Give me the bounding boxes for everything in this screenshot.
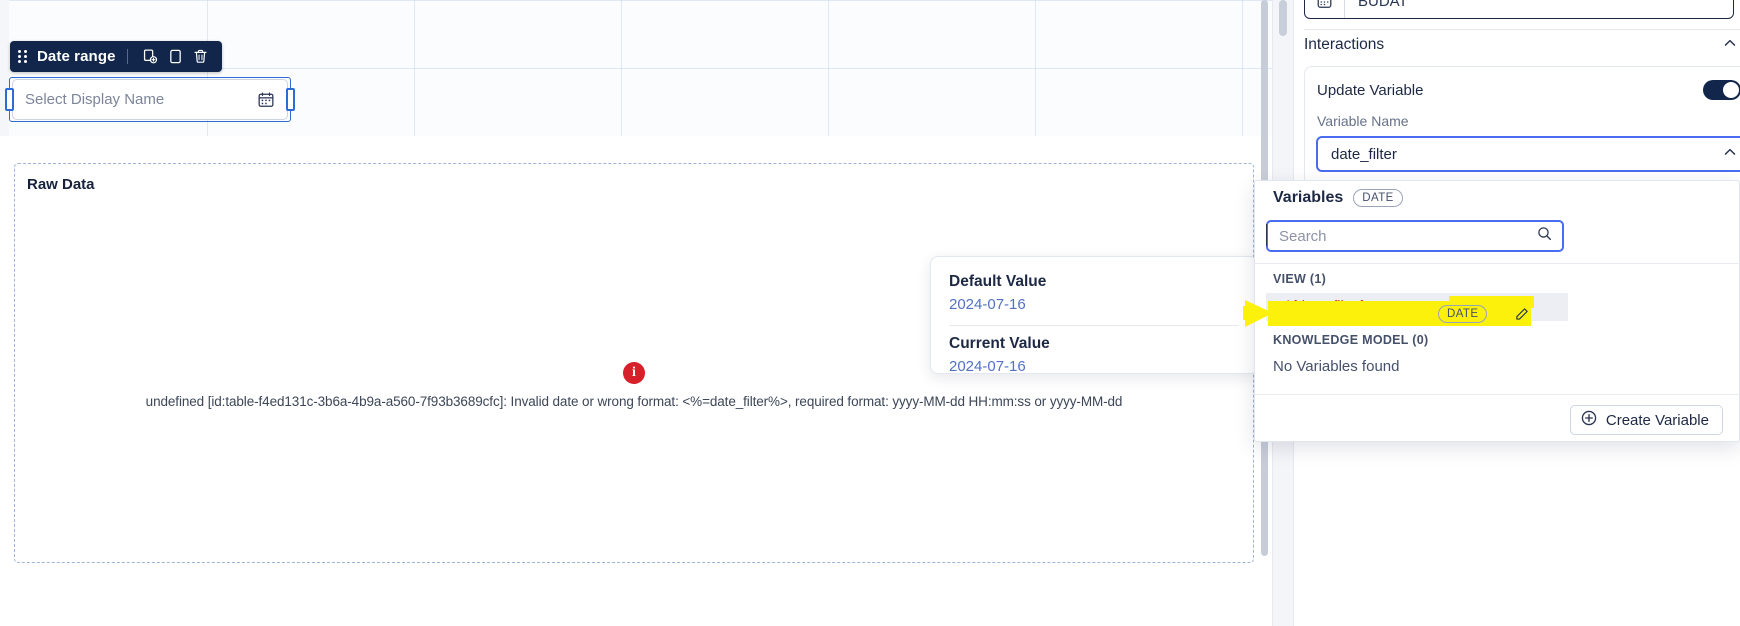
toolbar-divider [126, 49, 128, 64]
select-display-name-input[interactable]: Select Display Name [12, 79, 288, 120]
search-input[interactable]: Search [1279, 228, 1536, 245]
search-icon[interactable] [1536, 225, 1553, 247]
budat-field[interactable]: BUDAT [1304, 0, 1734, 19]
current-value-label: Current Value [949, 334, 1050, 352]
error-info-icon: i [623, 362, 645, 384]
dropdown-divider [1255, 263, 1740, 264]
search-text-caret [1266, 224, 1267, 246]
pencil-icon[interactable] [1513, 306, 1529, 322]
panel-scrollbar-thumb[interactable] [1279, 0, 1287, 36]
update-variable-label: Update Variable [1317, 81, 1424, 99]
variables-search-field[interactable]: Search [1266, 220, 1564, 252]
variables-type-badge: DATE [1353, 189, 1403, 207]
plus-circle-icon [1580, 409, 1598, 431]
calendar-icon[interactable] [257, 91, 275, 109]
default-value-label: Default Value [949, 273, 1047, 290]
duplicate-add-icon[interactable] [139, 45, 162, 68]
current-value: 2024-07-16 [949, 358, 1026, 376]
interactions-title: Interactions [1304, 36, 1385, 53]
canvas-left-strip [0, 0, 9, 136]
interactions-section-header[interactable]: Interactions [1304, 33, 1740, 57]
date-input-placeholder: Select Display Name [25, 91, 165, 108]
copy-icon[interactable] [164, 45, 187, 68]
update-variable-row[interactable]: Update Variable [1317, 79, 1740, 101]
date-range-widget[interactable]: Select Display Name [5, 77, 295, 122]
resize-handle-right[interactable] [286, 88, 295, 111]
variables-dropdown-header: Variables DATE [1273, 189, 1403, 207]
toggle-knob [1723, 82, 1739, 98]
delete-icon[interactable] [189, 45, 212, 68]
calendar-icon [1305, 0, 1345, 18]
variable-name-select[interactable]: date_filter [1316, 136, 1740, 172]
value-card-divider [949, 324, 1239, 326]
variable-name-label: Variable Name [1317, 113, 1409, 129]
dropdown-footer-divider [1255, 394, 1740, 395]
budat-value: BUDAT [1358, 0, 1408, 10]
variable-value-card: Default Value 2024-07-16 Current Value 2… [930, 256, 1258, 375]
default-value: 2024-07-16 [949, 296, 1026, 314]
group-label-view: VIEW (1) [1273, 272, 1327, 286]
create-variable-label: Create Variable [1605, 411, 1709, 429]
widget-title: Date range [37, 48, 116, 65]
variable-name-value: date_filter [1331, 145, 1397, 163]
resize-handle-left[interactable] [5, 88, 14, 111]
app-root: Date range Select Display Name Raw Data … [0, 0, 1740, 626]
no-variables-found-text: No Variables found [1273, 358, 1400, 375]
raw-data-title: Raw Data [27, 176, 95, 193]
interactions-card: Update Variable Variable Name date_filte… [1304, 66, 1740, 186]
chevron-up-icon[interactable] [1721, 34, 1739, 57]
chevron-up-icon[interactable] [1721, 143, 1739, 166]
error-message: undefined [id:table-f4ed131c-3b6a-4b9a-a… [145, 394, 1123, 409]
variable-type-badge: DATE [1438, 305, 1488, 323]
create-variable-button[interactable]: Create Variable [1569, 405, 1723, 435]
variable-row-trailing: DATE [1438, 305, 1529, 323]
update-variable-toggle[interactable] [1703, 80, 1740, 100]
widget-toolbar[interactable]: Date range [10, 41, 222, 72]
group-label-knowledge-model: KNOWLEDGE MODEL (0) [1273, 333, 1429, 347]
variables-title: Variables [1273, 189, 1344, 206]
inspector-divider [1304, 29, 1740, 30]
drag-handle-icon[interactable] [18, 49, 29, 64]
